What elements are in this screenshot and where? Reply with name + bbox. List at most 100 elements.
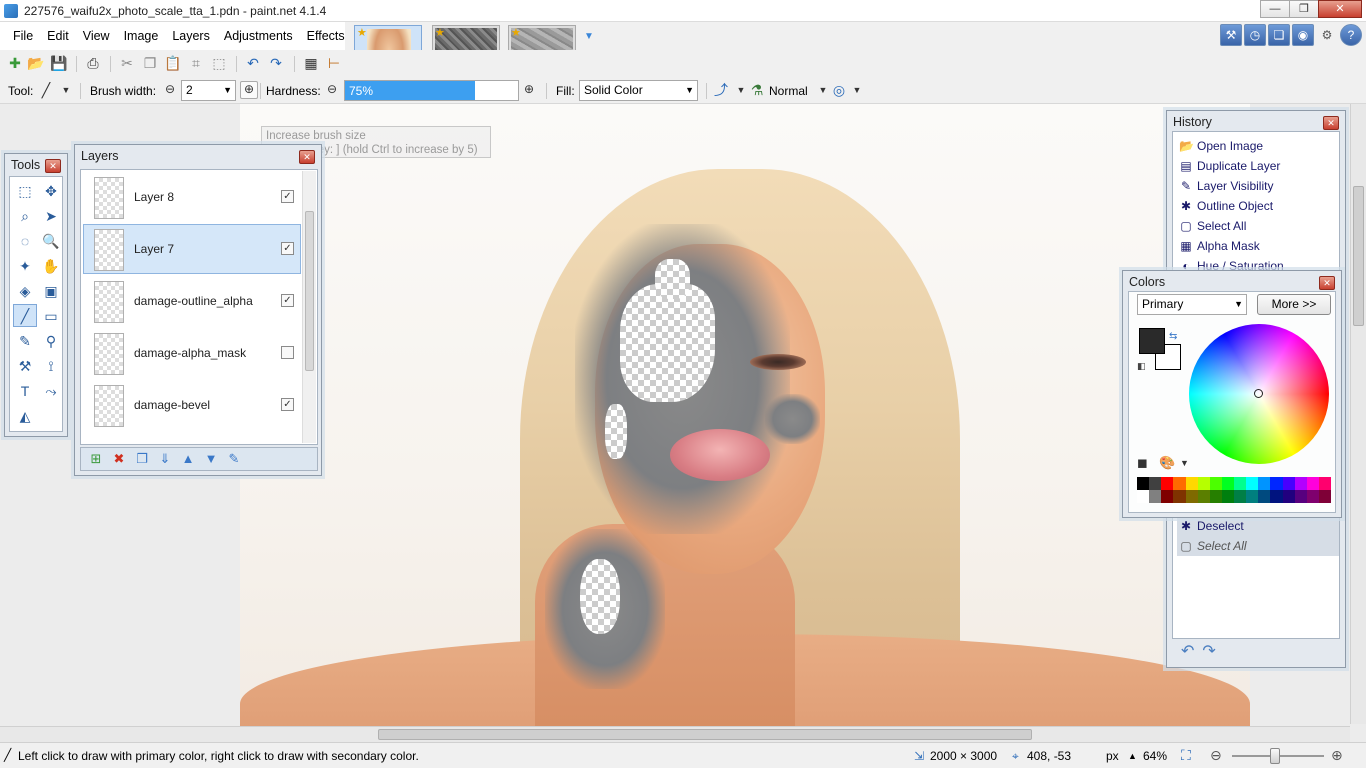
palette-swatch[interactable] — [1185, 490, 1198, 503]
palette-swatch[interactable] — [1246, 490, 1259, 503]
reset-colors-icon[interactable]: ◧ — [1137, 361, 1146, 372]
zoom-level[interactable]: 64% — [1143, 749, 1167, 763]
paint-bucket-icon[interactable]: ◈ — [13, 279, 37, 302]
zoom-slider-thumb[interactable] — [1270, 748, 1280, 764]
horizontal-scroll-thumb[interactable] — [378, 729, 1032, 740]
palette-swatch[interactable] — [1294, 490, 1307, 503]
color-mode-select[interactable]: Primary ▼ — [1137, 294, 1247, 315]
horizontal-scrollbar[interactable] — [0, 726, 1350, 742]
redo-icon[interactable]: ↷ — [267, 54, 285, 72]
units-selector[interactable]: px — [1106, 749, 1119, 763]
clone-stamp-icon[interactable]: ⚒ — [13, 354, 37, 377]
palette-swatch[interactable] — [1258, 490, 1271, 503]
text-icon[interactable]: T — [13, 379, 37, 402]
tools-panel-close-button[interactable]: ✕ — [45, 159, 61, 173]
tools-window-toggle-icon[interactable]: ⚒ — [1220, 24, 1242, 46]
zoom-to-window-icon[interactable]: ⛶ — [1181, 747, 1191, 764]
decrease-hardness-icon[interactable]: ⊖ — [323, 81, 341, 99]
zoom-icon[interactable]: 🔍 — [39, 229, 63, 252]
rectangle-select-icon[interactable]: ⬚ — [13, 179, 37, 202]
menu-effects[interactable]: Effects — [300, 22, 352, 50]
layer-properties-icon[interactable]: ✎ — [225, 450, 243, 468]
history-item[interactable]: ✱ Deselect — [1177, 516, 1339, 536]
colors-window-toggle-icon[interactable]: ◉ — [1292, 24, 1314, 46]
chevron-up-icon[interactable]: ▲ — [1128, 751, 1137, 761]
palette-swatch[interactable] — [1197, 490, 1210, 503]
add-to-palette-icon[interactable]: ◼ — [1137, 455, 1148, 471]
palette-swatch[interactable] — [1137, 490, 1150, 503]
decrease-brush-size-icon[interactable]: ⊖ — [161, 81, 179, 99]
layer-row[interactable]: damage-alpha_mask — [83, 328, 301, 378]
paintbrush-icon[interactable]: ╱ — [13, 304, 37, 327]
primary-color-swatch[interactable] — [1139, 328, 1165, 354]
minimize-button[interactable]: — — [1260, 0, 1290, 18]
pan-icon[interactable]: ✋ — [39, 254, 63, 277]
close-window-button[interactable]: ✕ — [1318, 0, 1362, 18]
magic-wand-icon[interactable]: ✦ — [13, 254, 37, 277]
palette-swatch[interactable] — [1318, 477, 1331, 490]
palette-swatch[interactable] — [1306, 477, 1319, 490]
increase-brush-size-icon[interactable]: ⊕ — [240, 81, 258, 99]
increase-hardness-icon[interactable]: ⊕ — [520, 81, 538, 99]
undo-icon[interactable]: ↶ — [244, 54, 262, 72]
layer-visibility-checkbox[interactable]: ✓ — [281, 190, 294, 203]
layer-row[interactable]: Layer 8 ✓ — [83, 172, 301, 222]
palette-swatch[interactable] — [1234, 477, 1247, 490]
layer-visibility-checkbox[interactable]: ✓ — [281, 242, 294, 255]
palette-swatch[interactable] — [1258, 477, 1271, 490]
menu-layers[interactable]: Layers — [165, 22, 217, 50]
palette-swatch[interactable] — [1270, 477, 1283, 490]
palette-swatch[interactable] — [1282, 477, 1295, 490]
pencil-icon[interactable]: ✎ — [13, 329, 37, 352]
hardness-slider[interactable]: 75% — [344, 80, 519, 101]
palette-swatch[interactable] — [1173, 490, 1186, 503]
history-item[interactable]: ✎ Layer Visibility — [1177, 176, 1339, 196]
recolor-icon[interactable]: ⟟ — [39, 354, 63, 377]
palette-swatch[interactable] — [1173, 477, 1186, 490]
ellipse-select-icon[interactable]: ◌ — [13, 229, 37, 252]
paintbrush-tool-icon[interactable]: ╱ — [37, 81, 55, 99]
palette-swatch[interactable] — [1234, 490, 1247, 503]
layer-visibility-checkbox[interactable]: ✓ — [281, 398, 294, 411]
history-item[interactable]: ▢ Select All — [1177, 536, 1339, 556]
help-icon[interactable]: ? — [1340, 24, 1362, 46]
palette-swatch[interactable] — [1209, 490, 1222, 503]
paste-icon[interactable]: 📋 — [164, 54, 182, 72]
palette-swatch[interactable] — [1185, 477, 1198, 490]
palette-swatch[interactable] — [1221, 490, 1234, 503]
blend-mode-value[interactable]: Normal — [769, 84, 808, 98]
maximize-button[interactable]: ❐ — [1289, 0, 1319, 18]
grid-icon[interactable]: ▦ — [302, 54, 320, 72]
palette-swatch[interactable] — [1161, 477, 1174, 490]
open-file-icon[interactable]: 📂 — [27, 54, 45, 72]
line-curve-icon[interactable]: ⤳ — [39, 379, 63, 402]
layers-panel-close-button[interactable]: ✕ — [299, 150, 315, 164]
image-canvas[interactable] — [240, 104, 1250, 726]
layers-scroll-thumb[interactable] — [305, 211, 314, 371]
history-panel-close-button[interactable]: ✕ — [1323, 116, 1339, 130]
history-item[interactable]: ✱ Outline Object — [1177, 196, 1339, 216]
menu-adjustments[interactable]: Adjustments — [217, 22, 300, 50]
add-layer-icon[interactable]: ⊞ — [87, 450, 105, 468]
palette-swatch[interactable] — [1149, 490, 1162, 503]
chevron-down-icon[interactable]: ▼ — [57, 81, 75, 99]
save-file-icon[interactable]: 💾 — [50, 54, 68, 72]
color-wheel-cursor[interactable] — [1254, 389, 1263, 398]
chevron-down-icon[interactable]: ▼ — [848, 81, 866, 99]
move-layer-up-icon[interactable]: ▲ — [179, 450, 197, 468]
history-undo-icon[interactable]: ↶ — [1181, 641, 1194, 661]
palette-menu-icon[interactable]: 🎨 — [1159, 455, 1175, 471]
selection-mode-icon[interactable]: ◎ — [830, 81, 848, 99]
palette-swatch[interactable] — [1149, 477, 1162, 490]
palette-swatch[interactable] — [1246, 477, 1259, 490]
deselect-icon[interactable]: ⬚ — [210, 54, 228, 72]
shapes-icon[interactable]: ◭ — [13, 404, 37, 427]
crop-to-selection-icon[interactable]: ⌗ — [187, 54, 205, 72]
move-selected-pixels-icon[interactable]: ✥ — [39, 179, 63, 202]
palette-swatch[interactable] — [1197, 477, 1210, 490]
swap-colors-icon[interactable]: ⇆ — [1169, 331, 1177, 342]
layer-visibility-checkbox[interactable] — [281, 346, 294, 359]
fill-mode-combo[interactable]: Solid Color ▼ — [579, 80, 698, 101]
more-colors-button[interactable]: More >> — [1257, 294, 1331, 315]
history-item[interactable]: 📂 Open Image — [1177, 136, 1339, 156]
